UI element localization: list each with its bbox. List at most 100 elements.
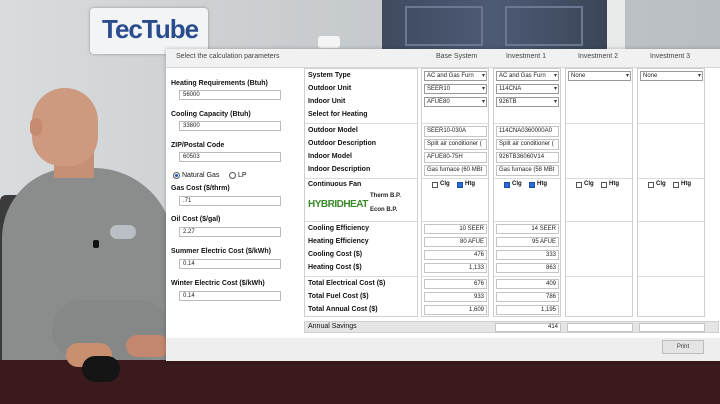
base-cooling-eff: 10 SEER xyxy=(424,224,487,234)
inv1-fan-htg-checkbox[interactable] xyxy=(529,182,535,188)
hybrid-heat-brand: HYBRIDHEAT xyxy=(308,199,368,210)
door-panel xyxy=(505,6,583,46)
annual-savings-label: Annual Savings xyxy=(308,323,357,330)
summer-cost-input[interactable]: 0.14 xyxy=(179,259,281,269)
column-header-inv3: Investment 3 xyxy=(650,53,691,60)
oil-cost-input[interactable]: 2.27 xyxy=(179,227,281,237)
investment-1-column: AC and Gas Furn 114CNA 926TB 114CNA03600… xyxy=(493,68,561,317)
annual-savings-row: Annual Savings 414 xyxy=(304,321,719,333)
video-scene: TecTube Select the calculation parameter… xyxy=(0,0,720,404)
base-fan-htg-checkbox[interactable] xyxy=(457,182,463,188)
inv1-outdoor-model: 114CNA0360000A0 xyxy=(496,126,559,137)
base-cooling-cost: 476 xyxy=(424,250,487,260)
inv2-fan-htg-checkbox[interactable] xyxy=(601,182,607,188)
calculator-window: Select the calculation parameters Base S… xyxy=(166,49,720,361)
lp-radio[interactable] xyxy=(229,172,236,179)
divider xyxy=(638,276,704,277)
gas-cost-input[interactable]: .71 xyxy=(179,196,281,206)
wall-sign: TecTube xyxy=(90,8,208,54)
base-total-elec: 676 xyxy=(424,279,487,289)
base-total-annual: 1,609 xyxy=(424,305,487,315)
inv1-heating-eff: 95 AFUE xyxy=(496,237,559,247)
row-label-outdoor-unit: Outdoor Unit xyxy=(308,85,352,92)
inv3-system-type-select[interactable]: None xyxy=(640,71,703,81)
natural-gas-radio[interactable] xyxy=(173,172,180,179)
inv2-fan-clg-label: Clg xyxy=(584,181,594,187)
inv1-heating-cost: 863 xyxy=(496,263,559,273)
base-indoor-unit-select[interactable]: AFUE80 xyxy=(424,97,487,107)
divider xyxy=(566,178,632,179)
inv1-fan-htg-label: Htg xyxy=(537,181,547,187)
sign-logo-text: TecTube xyxy=(102,14,199,44)
inv3-annual-savings xyxy=(639,323,705,332)
row-label-indoor-unit: Indoor Unit xyxy=(308,98,346,105)
row-label-econ-bp: Econ B.P. xyxy=(370,207,398,213)
inv2-fan-clg-checkbox[interactable] xyxy=(576,182,582,188)
divider xyxy=(305,276,417,277)
oil-cost-label: Oil Cost ($/gal) xyxy=(171,216,221,223)
lapel-mic xyxy=(93,240,99,248)
base-fan-clg-label: Clg xyxy=(440,181,450,187)
row-labels-column: System Type Outdoor Unit Indoor Unit Sel… xyxy=(304,68,418,317)
inv3-fan-clg-label: Clg xyxy=(656,181,666,187)
inv1-total-fuel: 786 xyxy=(496,292,559,302)
divider xyxy=(494,221,560,222)
divider xyxy=(494,123,560,124)
inv3-fan-htg-checkbox[interactable] xyxy=(673,182,679,188)
column-header-bar: Select the calculation parameters Base S… xyxy=(166,49,720,68)
cooling-cap-label: Cooling Capacity (Btuh) xyxy=(171,111,251,118)
inv1-system-type-select[interactable]: AC and Gas Furn xyxy=(496,71,559,81)
divider xyxy=(566,123,632,124)
comparison-grid: System Type Outdoor Unit Indoor Unit Sel… xyxy=(303,68,720,361)
winter-cost-input[interactable]: 0.14 xyxy=(179,291,281,301)
inv1-total-elec: 409 xyxy=(496,279,559,289)
base-outdoor-desc: Split air conditioner ( xyxy=(424,139,487,150)
inv1-annual-savings: 414 xyxy=(495,323,561,332)
row-label-outdoor-desc: Outdoor Description xyxy=(308,140,377,147)
investment-3-column: None Clg Htg xyxy=(637,68,705,317)
base-indoor-model: AFUE80-75H xyxy=(424,152,487,163)
base-heating-cost: 1,133 xyxy=(424,263,487,273)
divider xyxy=(566,276,632,277)
heating-req-input[interactable]: 56000 xyxy=(179,90,281,100)
row-label-heating-eff: Heating Efficiency xyxy=(308,238,369,245)
natural-gas-label: Natural Gas xyxy=(182,172,220,179)
inv1-indoor-unit-select[interactable]: 926TB xyxy=(496,97,559,107)
divider xyxy=(305,221,417,222)
inv1-fan-clg-checkbox[interactable] xyxy=(504,182,510,188)
presenter-hand xyxy=(126,335,170,357)
column-header-inv2: Investment 2 xyxy=(578,53,619,60)
inv1-cooling-cost: 333 xyxy=(496,250,559,260)
inv1-cooling-eff: 14 SEER xyxy=(496,224,559,234)
divider xyxy=(422,276,488,277)
hybrid-heat-logo: HYBRIDHEAT xyxy=(308,193,370,213)
row-label-select-heating: Select for Heating xyxy=(308,111,368,118)
inv3-fan-clg-checkbox[interactable] xyxy=(648,182,654,188)
print-button[interactable]: Print xyxy=(662,340,704,354)
row-label-outdoor-model: Outdoor Model xyxy=(308,127,358,134)
divider xyxy=(638,123,704,124)
presenter-ear xyxy=(30,118,42,136)
row-label-cooling-eff: Cooling Efficiency xyxy=(308,225,370,232)
base-indoor-desc: Gas furnace (60 MBt xyxy=(424,165,487,176)
inv1-outdoor-desc: Split air conditioner ( xyxy=(496,139,559,150)
base-system-type-select[interactable]: AC and Gas Furn xyxy=(424,71,487,81)
divider xyxy=(422,221,488,222)
row-label-indoor-desc: Indoor Description xyxy=(308,166,371,173)
divider xyxy=(305,178,417,179)
computer-mouse xyxy=(82,356,120,382)
inv1-fan-clg-label: Clg xyxy=(512,181,522,187)
inv1-indoor-model: 926TB36060V14 xyxy=(496,152,559,163)
winter-cost-label: Winter Electric Cost ($/kWh) xyxy=(171,280,265,287)
heating-req-label: Heating Requirements (Btuh) xyxy=(171,80,268,87)
zip-input[interactable]: 60503 xyxy=(179,152,281,162)
divider xyxy=(494,276,560,277)
row-label-total-fuel: Total Fuel Cost ($) xyxy=(308,293,369,300)
base-fan-clg-checkbox[interactable] xyxy=(432,182,438,188)
inv2-system-type-select[interactable]: None xyxy=(568,71,631,81)
divider xyxy=(422,178,488,179)
base-outdoor-unit-select[interactable]: SEER10 xyxy=(424,84,487,94)
cooling-cap-input[interactable]: 33800 xyxy=(179,121,281,131)
inv1-outdoor-unit-select[interactable]: 114CNA xyxy=(496,84,559,94)
divider xyxy=(494,178,560,179)
